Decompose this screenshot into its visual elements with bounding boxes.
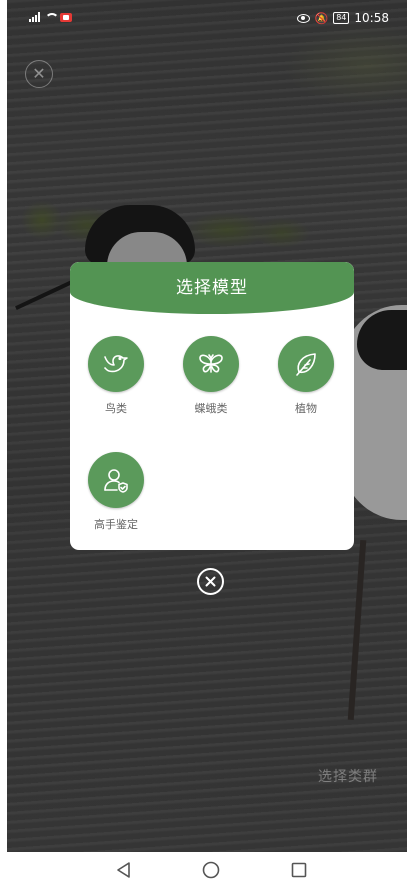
option-label: 鸟类 xyxy=(105,402,127,415)
option-circle xyxy=(88,452,144,508)
dialog-close-button[interactable] xyxy=(197,568,224,595)
page-close-button[interactable]: ✕ xyxy=(25,60,53,88)
expert-user-icon xyxy=(104,469,128,493)
model-option-plants[interactable]: 植物 xyxy=(266,336,346,416)
option-label: 植物 xyxy=(295,402,317,415)
nav-recent-apps-button[interactable] xyxy=(289,860,309,880)
option-label: 蝶蛾类 xyxy=(194,402,228,415)
status-left xyxy=(29,12,72,22)
butterfly-icon xyxy=(199,354,223,373)
nav-back-button[interactable] xyxy=(114,860,134,880)
bird-icon xyxy=(104,355,128,373)
select-model-dialog: 选择模型 鸟类 蝶蛾类 植物 高手鉴定 xyxy=(70,262,354,550)
option-circle xyxy=(88,336,144,392)
model-option-expert-identification[interactable]: 高手鉴定 xyxy=(76,452,156,532)
mute-icon: 🔕 xyxy=(314,11,329,25)
nav-home-button[interactable] xyxy=(201,860,221,880)
model-option-butterflies-moths[interactable]: 蝶蛾类 xyxy=(171,336,251,416)
close-icon xyxy=(205,576,216,587)
wifi-icon xyxy=(44,12,59,22)
eye-icon xyxy=(296,13,310,23)
select-group-hint[interactable]: 选择类群 xyxy=(318,766,378,786)
model-option-birds[interactable]: 鸟类 xyxy=(76,336,156,416)
close-icon: ✕ xyxy=(32,64,46,83)
dialog-title: 选择模型 xyxy=(176,278,248,298)
back-triangle-icon xyxy=(117,862,130,878)
signal-icon xyxy=(29,12,40,22)
option-circle xyxy=(278,336,334,392)
option-label: 高手鉴定 xyxy=(94,518,138,531)
leaf-icon xyxy=(296,353,316,376)
recent-square-icon xyxy=(291,862,307,878)
battery-icon: 84 xyxy=(333,12,350,24)
status-bar: 🔕 84 10:58 xyxy=(7,8,407,32)
record-icon xyxy=(60,12,72,22)
navigation-bar xyxy=(0,852,413,888)
option-circle xyxy=(183,336,239,392)
status-right: 🔕 84 10:58 xyxy=(296,11,389,25)
status-time: 10:58 xyxy=(354,11,389,25)
home-circle-icon xyxy=(202,861,220,879)
